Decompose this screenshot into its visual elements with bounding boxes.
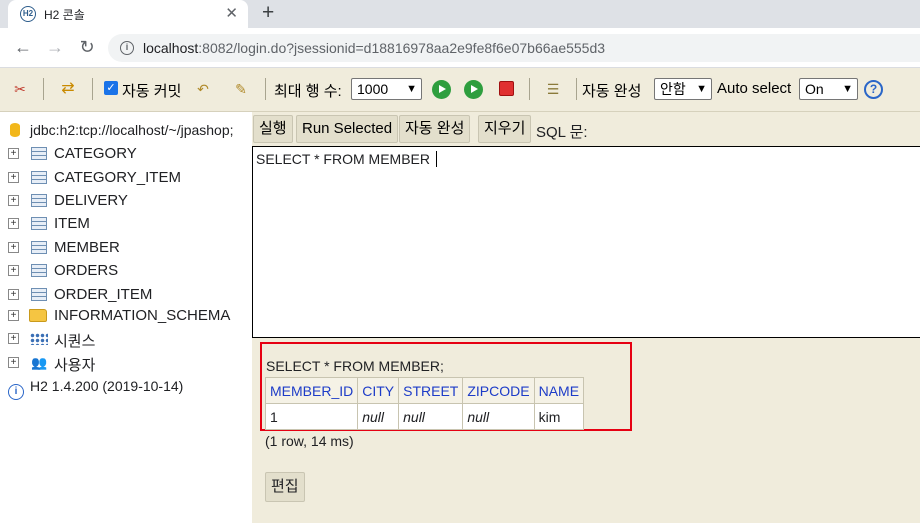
history-icon[interactable]: ☰ — [544, 80, 562, 98]
table-row: 1 null null null kim — [264, 403, 585, 430]
toolbar-divider — [576, 78, 577, 100]
column-header[interactable]: STREET — [398, 377, 464, 404]
url-text: localhost:8082/login.do?jsessionid=d1881… — [143, 40, 606, 56]
site-info-icon[interactable]: i — [120, 41, 134, 55]
h2-toolbar: ✂ ⇄ ✓ 자동 커밋 ↶ ✎ 최대 행 수: 1000 ▼ ☰ 자동 완성 안함… — [0, 68, 920, 112]
autoselect-label: Auto select — [717, 80, 792, 97]
column-header[interactable]: MEMBER_ID — [264, 377, 359, 404]
table-icon — [31, 171, 47, 184]
expand-icon[interactable]: + — [8, 289, 19, 300]
run-selected-icon[interactable] — [464, 80, 483, 99]
stop-icon[interactable] — [499, 81, 514, 96]
expand-icon[interactable]: + — [8, 310, 19, 321]
autocomplete-select[interactable]: 안함 ▼ — [654, 78, 712, 100]
expand-icon[interactable]: + — [8, 148, 19, 159]
toolbar-divider — [92, 78, 93, 100]
info-icon: i — [8, 384, 24, 400]
expand-icon[interactable]: + — [8, 218, 19, 229]
expand-icon[interactable]: + — [8, 265, 19, 276]
max-rows-label: 최대 행 수: — [274, 83, 342, 100]
max-rows-select[interactable]: 1000 ▼ — [351, 78, 422, 100]
command-bar: 실행 Run Selected 자동 완성 지우기 SQL 문: — [252, 112, 920, 146]
table-cell: kim — [533, 403, 585, 430]
sql-text: SELECT * FROM MEMBER — [256, 151, 437, 167]
table-cell: null — [462, 403, 535, 430]
close-tab-icon[interactable]: ✕ — [225, 4, 238, 22]
table-cell: 1 — [264, 403, 359, 430]
table-icon — [31, 241, 47, 254]
autocommit-label: 자동 커밋 — [122, 83, 182, 100]
table-icon — [31, 217, 47, 230]
expand-icon[interactable]: + — [8, 333, 19, 344]
table-cell: null — [398, 403, 464, 430]
rollback-icon[interactable]: ↶ — [194, 80, 212, 98]
column-header[interactable]: NAME — [533, 377, 585, 404]
autocomplete-button[interactable]: 자동 완성 — [399, 115, 471, 143]
autocomplete-label: 자동 완성 — [582, 83, 642, 100]
chevron-down-icon: ▼ — [696, 83, 707, 95]
column-header[interactable]: CITY — [357, 377, 400, 404]
browser-tab-strip: H2 H2 콘솔 ✕ + — [0, 0, 920, 28]
object-tree: jdbc:h2:tcp://localhost/~/jpashop; + CATE… — [0, 112, 252, 523]
tab-title: H2 콘솔 — [44, 8, 85, 22]
expand-icon[interactable]: + — [8, 357, 19, 368]
expand-icon[interactable]: + — [8, 242, 19, 253]
autocommit-checkbox[interactable]: ✓ — [104, 81, 118, 95]
table-icon — [31, 264, 47, 277]
result-highlight: SELECT * FROM MEMBER; MEMBER_ID CITY STR… — [260, 342, 632, 431]
browser-toolbar: ← → ↻ i localhost:8082/login.do?jsession… — [0, 28, 920, 68]
new-tab-icon[interactable]: + — [262, 2, 274, 24]
commit-icon[interactable]: ✎ — [232, 80, 250, 98]
disconnect-icon[interactable]: ✂ — [11, 80, 29, 98]
help-icon[interactable]: ? — [864, 80, 883, 99]
run-button[interactable]: 실행 — [253, 115, 293, 143]
autoselect-select[interactable]: On ▼ — [799, 78, 858, 100]
address-bar[interactable]: i localhost:8082/login.do?jsessionid=d18… — [108, 34, 920, 62]
expand-icon[interactable]: + — [8, 195, 19, 206]
version-info: i H2 1.4.200 (2019-10-14) — [8, 378, 183, 400]
sql-editor[interactable]: SELECT * FROM MEMBER — [252, 146, 920, 338]
folder-icon — [29, 309, 47, 322]
sql-statement-label: SQL 문: — [536, 124, 588, 141]
h2-favicon-icon: H2 — [20, 6, 36, 22]
toolbar-divider — [529, 78, 530, 100]
table-cell: null — [357, 403, 400, 430]
table-icon — [31, 288, 47, 301]
refresh-icon[interactable]: ⇄ — [59, 80, 77, 98]
users-icon: 👥 — [31, 355, 48, 370]
expand-icon[interactable]: + — [8, 172, 19, 183]
edit-button[interactable]: 편집 — [265, 472, 305, 502]
forward-arrow-icon[interactable]: → — [44, 36, 66, 58]
browser-tab[interactable]: H2 H2 콘솔 ✕ — [8, 0, 248, 28]
table-icon — [31, 147, 47, 160]
chevron-down-icon: ▼ — [842, 83, 853, 95]
column-header[interactable]: ZIPCODE — [462, 377, 535, 404]
clear-button[interactable]: 지우기 — [478, 115, 532, 143]
result-summary: (1 row, 14 ms) — [265, 433, 354, 449]
database-icon — [10, 123, 20, 137]
toolbar-divider — [43, 78, 44, 100]
chevron-down-icon: ▼ — [406, 83, 417, 95]
run-icon[interactable] — [432, 80, 451, 99]
reload-icon[interactable]: ↻ — [76, 36, 98, 58]
sequence-icon — [30, 333, 48, 345]
result-sql: SELECT * FROM MEMBER; — [266, 358, 444, 374]
back-arrow-icon[interactable]: ← — [12, 36, 34, 58]
run-selected-button[interactable]: Run Selected — [296, 115, 399, 143]
query-panel: 실행 Run Selected 자동 완성 지우기 SQL 문: SELECT … — [252, 112, 920, 523]
text-caret — [436, 151, 437, 167]
connection-url[interactable]: jdbc:h2:tcp://localhost/~/jpashop; — [10, 122, 234, 138]
result-table: MEMBER_ID CITY STREET ZIPCODE NAME 1 nul… — [264, 377, 585, 430]
toolbar-divider — [265, 78, 266, 100]
table-icon — [31, 194, 47, 207]
